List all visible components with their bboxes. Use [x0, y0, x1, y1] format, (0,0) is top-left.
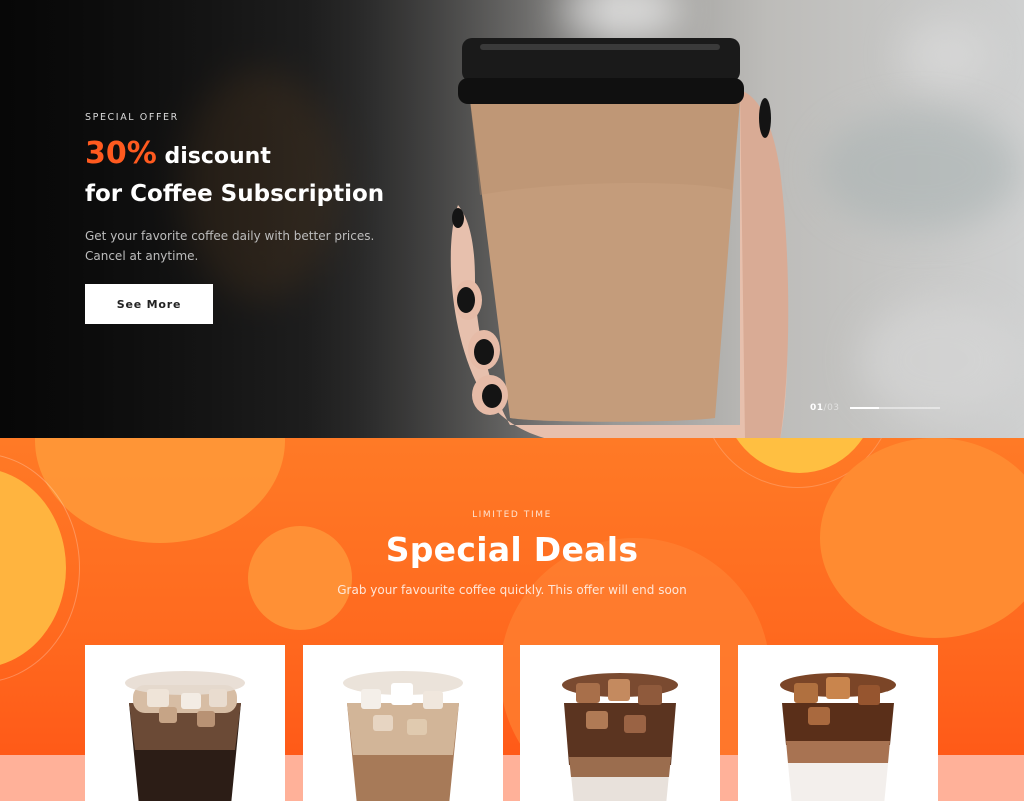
product-card[interactable] — [85, 645, 285, 801]
deals-eyebrow: LIMITED TIME — [472, 510, 552, 520]
coffee-cup-image — [440, 30, 800, 438]
slide-counter: 01/03 — [810, 403, 840, 413]
discount-label: discount — [156, 144, 271, 169]
deals-header: LIMITED TIME Special Deals Grab your fav… — [0, 510, 1024, 597]
product-card[interactable] — [303, 645, 503, 801]
iced-coffee-dark-icon — [125, 671, 245, 801]
discount-percent: 30% — [85, 136, 157, 171]
hero-description: Get your favorite coffee daily with bett… — [85, 226, 415, 266]
deals-title: Special Deals — [385, 530, 639, 569]
product-card[interactable] — [520, 645, 720, 801]
iced-coffee-layered-icon — [562, 673, 678, 801]
iced-coffee-light-icon — [343, 671, 463, 801]
hero-headline: 30% discount for Coffee Subscription — [85, 137, 415, 212]
hero-text: SPECIAL OFFER 30% discount for Coffee Su… — [85, 112, 415, 266]
hero-banner: SPECIAL OFFER 30% discount for Coffee Su… — [0, 0, 1024, 438]
slide-progress-fill — [849, 407, 880, 409]
hero-description-line1: Get your favorite coffee daily with bett… — [85, 229, 375, 243]
hero-eyebrow: SPECIAL OFFER — [85, 112, 179, 123]
product-card[interactable] — [738, 645, 938, 801]
slide-current: 01 — [810, 403, 824, 413]
slide-progress-track[interactable] — [849, 407, 940, 409]
iced-coffee-milk-icon — [780, 673, 896, 801]
slider-indicator[interactable]: 01/03 — [810, 403, 940, 413]
hero-description-line2: Cancel at anytime. — [85, 249, 199, 263]
hero-headline-line2: for Coffee Subscription — [85, 181, 385, 207]
see-more-button[interactable]: See More — [85, 284, 213, 324]
deals-subtitle: Grab your favourite coffee quickly. This… — [337, 583, 687, 597]
slide-total: /03 — [823, 403, 840, 413]
